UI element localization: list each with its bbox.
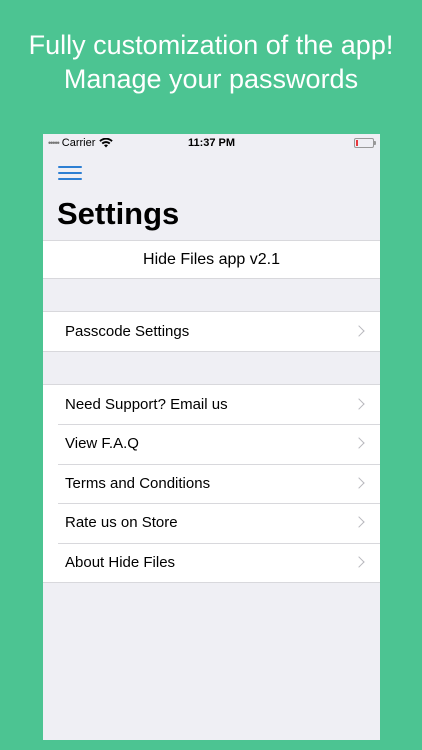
chevron-right-icon — [353, 398, 365, 410]
chevron-right-icon — [353, 325, 365, 337]
chevron-right-icon — [353, 437, 365, 450]
menu-bar-3 — [58, 178, 82, 180]
chevron-right-icon — [353, 516, 365, 528]
faq-row[interactable]: View F.A.Q — [43, 424, 380, 463]
row-label: Rate us on Store — [65, 514, 178, 532]
menu-bar-2 — [58, 172, 82, 174]
menu-bar-1 — [58, 166, 82, 168]
chevron-right-icon — [353, 555, 365, 568]
battery-level — [356, 140, 358, 146]
terms-row[interactable]: Terms and Conditions — [43, 463, 380, 503]
support-email-row[interactable]: Need Support? Email us — [43, 385, 380, 424]
battery-icon — [354, 138, 376, 148]
status-time: 11:37 PM — [187, 137, 236, 149]
settings-group-passcode: Passcode Settings — [43, 311, 380, 353]
settings-group-support: Need Support? Email us View F.A.Q Terms … — [43, 384, 380, 583]
row-label: Passcode Settings — [65, 323, 190, 340]
chevron-right-icon — [353, 477, 365, 489]
passcode-settings-row[interactable]: Passcode Settings — [43, 312, 380, 351]
rate-us-row[interactable]: Rate us on Store — [43, 503, 380, 542]
page-title: Settings — [57, 196, 180, 231]
hamburger-menu-icon[interactable] — [58, 164, 84, 182]
row-label: View F.A.Q — [65, 435, 139, 453]
about-row[interactable]: About Hide Files — [43, 542, 380, 582]
row-label: Terms and Conditions — [65, 474, 211, 492]
row-label: Need Support? Email us — [65, 396, 228, 413]
row-label: About Hide Files — [65, 553, 176, 571]
promo-line-2: Manage your passwords — [63, 64, 359, 94]
status-bar: ••••• Carrier 11:37 PM — [43, 134, 380, 152]
phone-screen: ••••• Carrier 11:37 PM Settings Hide Fil… — [43, 134, 380, 740]
app-version-label: Hide Files app v2.1 — [43, 240, 380, 279]
promo-line-1: Fully customization of the app! — [28, 30, 394, 60]
promo-headline: Fully customization of the app! Manage y… — [0, 28, 422, 96]
